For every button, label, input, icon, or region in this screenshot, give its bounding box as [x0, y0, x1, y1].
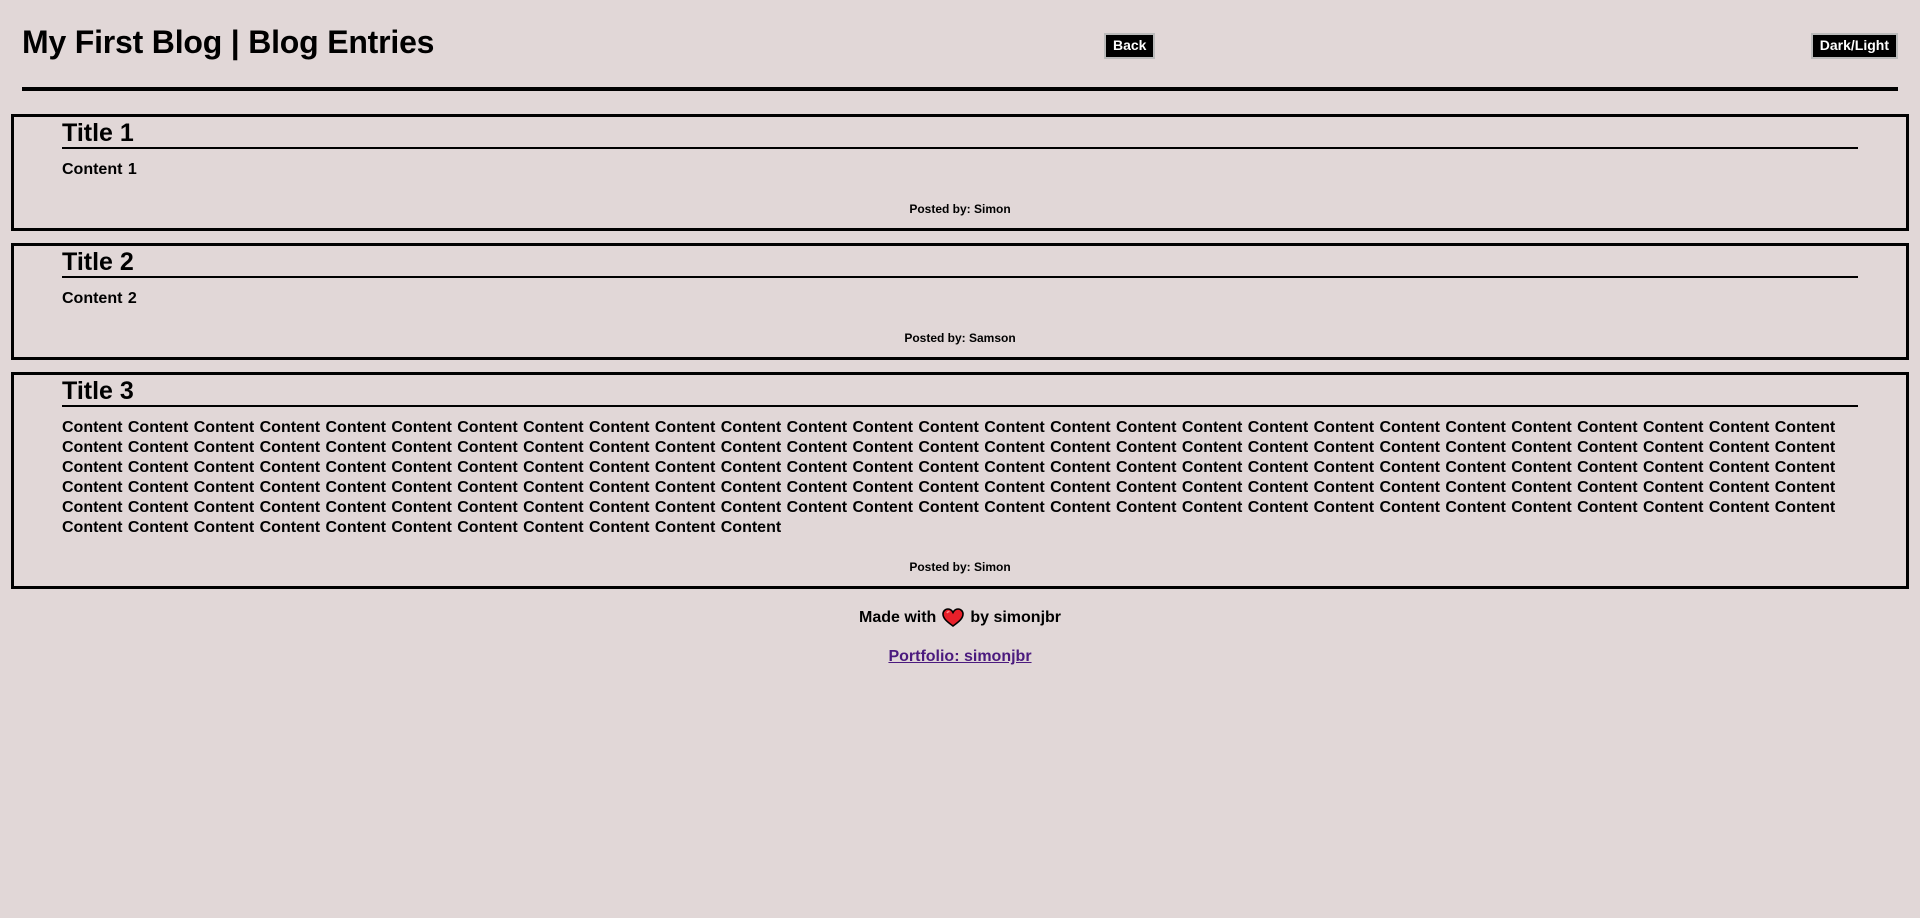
- page-title: My First Blog | Blog Entries: [22, 24, 435, 60]
- entry-title: Title 3: [62, 377, 1858, 407]
- entry-author: Posted by: Simon: [909, 202, 1011, 216]
- back-button[interactable]: Back: [1104, 33, 1156, 59]
- made-with-credit: Made with by simonjbr: [0, 608, 1920, 628]
- blog-entry: Title 3 Content Content Content Content …: [11, 372, 1909, 589]
- made-with-prefix: Made with: [858, 609, 937, 626]
- page: My First Blog | Blog Entries Back Dark/L…: [0, 0, 1920, 918]
- made-with-suffix: by simonjbr: [970, 609, 1062, 626]
- blog-entry: Title 1 Content 1 Posted by: Simon: [11, 114, 1909, 231]
- entry-author: Posted by: Simon: [909, 560, 1011, 574]
- dark-light-toggle-button[interactable]: Dark/Light: [1810, 33, 1898, 59]
- heart-icon: [942, 608, 965, 628]
- blog-entry: Title 2 Content 2 Posted by: Samson: [11, 243, 1909, 360]
- header: My First Blog | Blog Entries Back Dark/L…: [22, 0, 1898, 92]
- footer: Made with by simonjbr Portfolio: simonjb…: [0, 608, 1920, 666]
- entry-title: Title 1: [62, 119, 1858, 149]
- entry-content: Content 1: [62, 161, 137, 178]
- entry-content: Content 2: [62, 290, 137, 307]
- portfolio-link[interactable]: Portfolio: simonjbr: [888, 648, 1031, 666]
- entry-title: Title 2: [62, 248, 1858, 278]
- blog-entries-list: Title 1 Content 1 Posted by: Simon Title…: [11, 114, 1909, 601]
- entry-content: Content Content Content Content Content …: [62, 419, 1836, 536]
- entry-author: Posted by: Samson: [904, 331, 1016, 345]
- header-divider: [22, 87, 1898, 91]
